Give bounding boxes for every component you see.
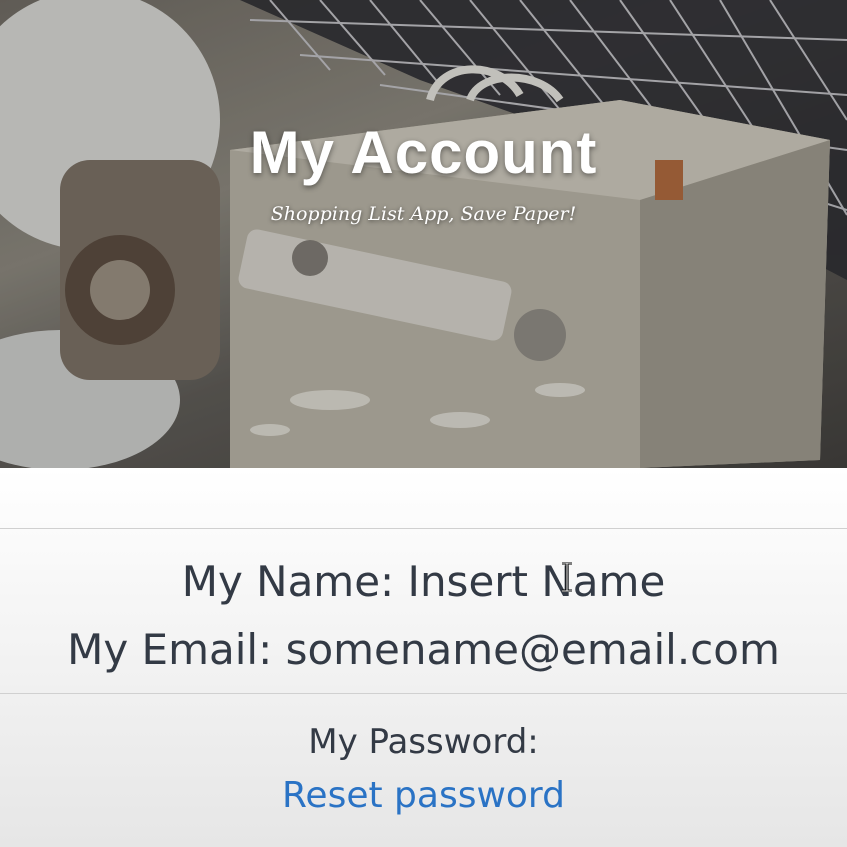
hero-banner: My Account Shopping List App, Save Paper…	[0, 0, 847, 468]
reset-password-link[interactable]: Reset password	[282, 768, 565, 824]
account-details: My Name: Insert Name My Email: somename@…	[0, 468, 847, 847]
hero-overlay	[0, 0, 847, 468]
account-page: My Account Shopping List App, Save Paper…	[0, 0, 847, 847]
name-line[interactable]: My Name: Insert Name	[0, 548, 847, 616]
profile-info: My Name: Insert Name My Email: somename@…	[0, 548, 847, 684]
page-title: My Account	[249, 119, 598, 186]
middle-divider	[0, 693, 847, 694]
password-label: My Password:	[308, 722, 539, 762]
page-subtitle: Shopping List App, Save Paper!	[270, 203, 577, 225]
password-section: My Password: Reset password	[0, 716, 847, 824]
email-line: My Email: somename@email.com	[67, 625, 780, 674]
text-cursor-icon	[562, 562, 572, 592]
top-divider	[0, 528, 847, 529]
